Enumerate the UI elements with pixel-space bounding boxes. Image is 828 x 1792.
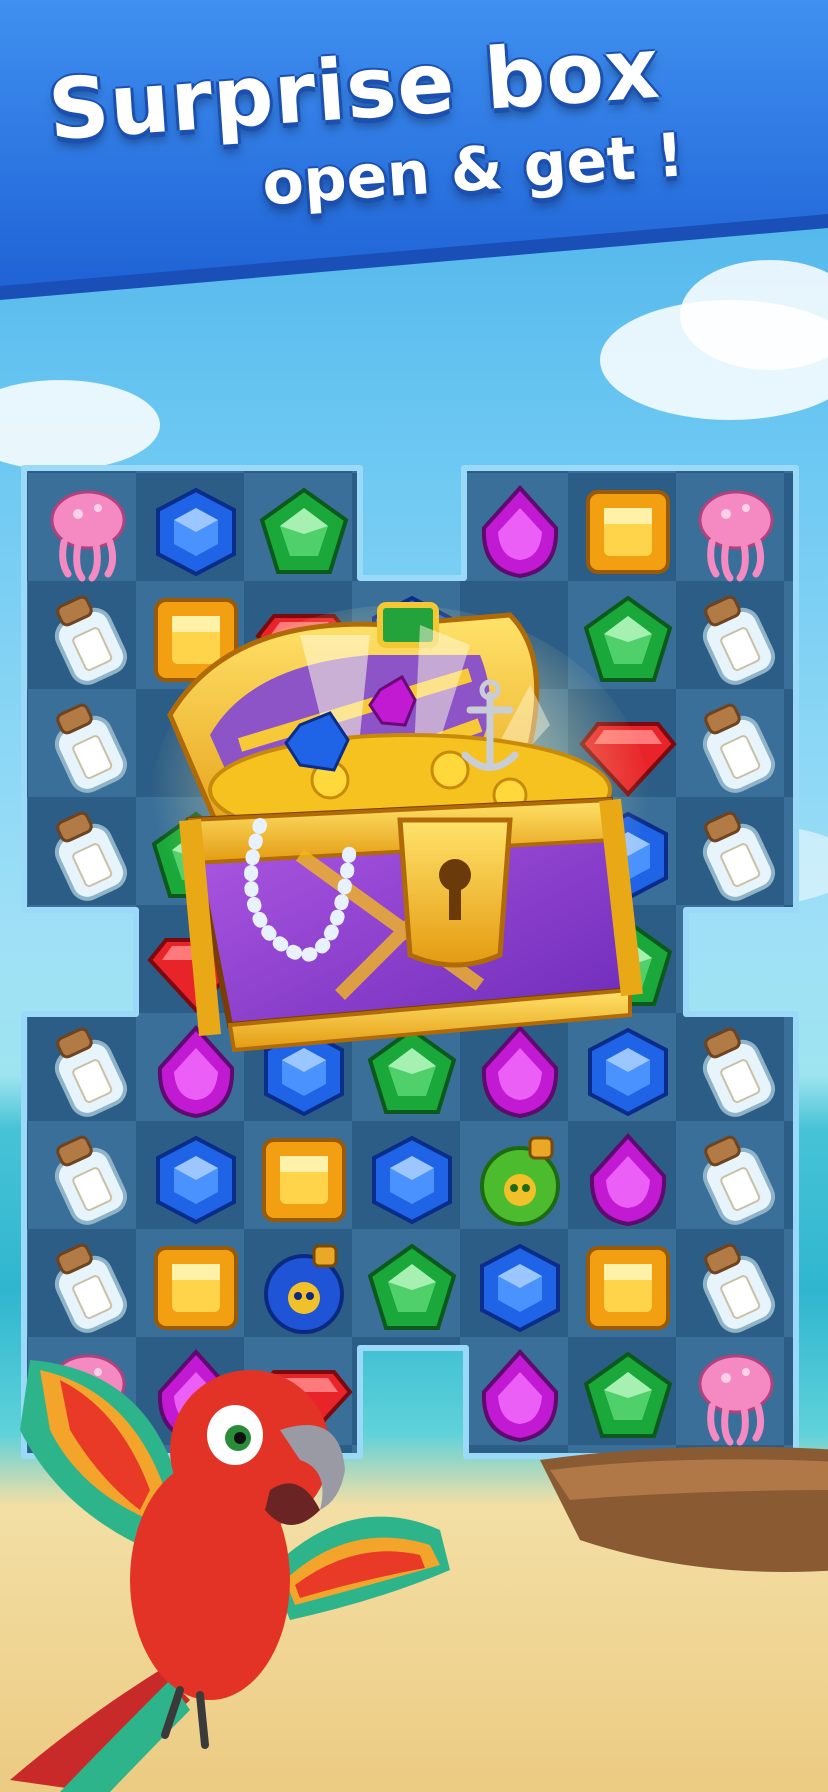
bottle-piece[interactable] <box>682 1126 790 1234</box>
bottle-piece[interactable] <box>34 694 142 802</box>
orange-square-piece[interactable] <box>250 1126 358 1234</box>
bottle-piece[interactable] <box>682 1234 790 1342</box>
bottle-piece[interactable] <box>34 1234 142 1342</box>
bottle-piece[interactable] <box>34 802 142 910</box>
blue-hex-piece[interactable] <box>358 1126 466 1234</box>
purple-drop-piece[interactable] <box>574 1126 682 1234</box>
green-pentagon-piece[interactable] <box>250 478 358 586</box>
bottle-piece[interactable] <box>34 1018 142 1126</box>
bottle-piece[interactable] <box>34 1126 142 1234</box>
orange-square-piece[interactable] <box>142 1234 250 1342</box>
treasure-chest[interactable] <box>150 595 670 1075</box>
orange-square-piece[interactable] <box>574 1234 682 1342</box>
blue-bomb-piece[interactable] <box>250 1234 358 1342</box>
purple-drop-piece[interactable] <box>466 478 574 586</box>
bottle-piece[interactable] <box>682 586 790 694</box>
blue-hex-piece[interactable] <box>142 478 250 586</box>
green-bomb-piece[interactable] <box>466 1126 574 1234</box>
bottle-piece[interactable] <box>682 802 790 910</box>
green-pentagon-piece[interactable] <box>358 1234 466 1342</box>
boat <box>540 1446 828 1572</box>
orange-square-piece[interactable] <box>574 478 682 586</box>
bottle-piece[interactable] <box>34 586 142 694</box>
parrot <box>10 1360 450 1792</box>
bottle-piece[interactable] <box>682 1018 790 1126</box>
blue-hex-piece[interactable] <box>466 1234 574 1342</box>
jellyfish-piece[interactable] <box>34 478 142 586</box>
blue-hex-piece[interactable] <box>142 1126 250 1234</box>
bottle-piece[interactable] <box>682 694 790 802</box>
jellyfish-piece[interactable] <box>682 478 790 586</box>
